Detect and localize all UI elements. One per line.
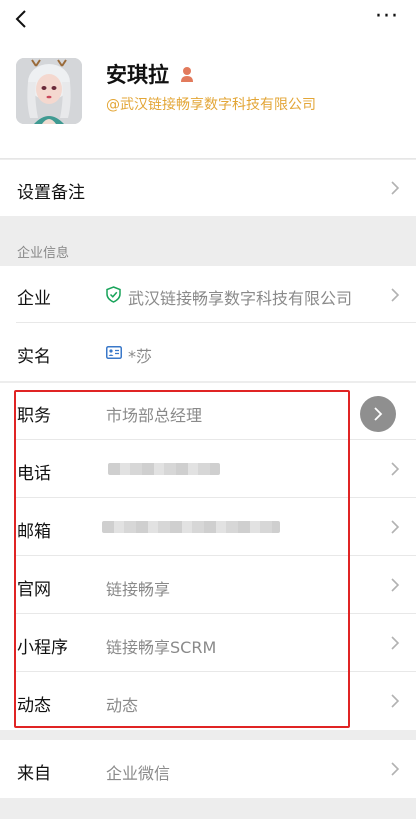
row-value-real-name: *莎: [128, 347, 153, 366]
chevron-right-icon: [391, 578, 400, 592]
info-row-mini-program[interactable]: 小程序 链接畅享SCRM: [0, 614, 416, 672]
row-label-moments: 动态: [17, 696, 51, 716]
chevron-right-icon: [391, 694, 400, 708]
floating-next-button[interactable]: [360, 396, 396, 432]
email-blurred-value: [102, 521, 280, 533]
set-remark-row[interactable]: 设置备注: [0, 160, 416, 216]
info-row-website[interactable]: 官网 链接畅享: [0, 556, 416, 614]
section-title-enterprise-info: 企业信息: [17, 246, 70, 261]
row-label-source: 来自: [17, 764, 51, 784]
verified-shield-icon: [106, 286, 121, 303]
row-value-website: 链接畅享: [106, 580, 171, 599]
avatar[interactable]: [16, 58, 82, 124]
chevron-right-icon: [391, 181, 400, 195]
info-row-enterprise[interactable]: 企业 武汉链接畅享数字科技有限公司: [0, 266, 416, 323]
contact-name: 安琪拉: [106, 63, 169, 87]
id-card-icon: [106, 346, 122, 359]
person-icon: [181, 67, 193, 82]
row-value-source: 企业微信: [106, 764, 171, 783]
more-options-button[interactable]: ···: [372, 6, 402, 28]
row-label-email: 邮箱: [17, 522, 51, 542]
row-label-phone: 电话: [17, 464, 51, 484]
info-row-real-name: 实名 *莎: [0, 323, 416, 381]
info-row-position: 职务 市场部总经理: [0, 383, 416, 440]
row-value-mini-program: 链接畅享SCRM: [106, 638, 217, 657]
avatar-image: [16, 58, 82, 124]
chevron-right-icon: [391, 288, 400, 302]
info-row-email[interactable]: 邮箱: [0, 498, 416, 556]
row-label-website: 官网: [17, 580, 51, 600]
set-remark-label: 设置备注: [17, 183, 85, 203]
row-label-real-name: 实名: [17, 347, 51, 367]
phone-blurred-value: [108, 463, 220, 475]
row-value-moments: 动态: [106, 696, 139, 715]
row-value-position: 市场部总经理: [106, 406, 203, 425]
company-tag: @武汉链接畅享数字科技有限公司: [106, 97, 316, 113]
chevron-right-icon: [391, 520, 400, 534]
info-row-moments[interactable]: 动态 动态: [0, 672, 416, 730]
chevron-right-icon: [374, 407, 383, 421]
chevron-right-icon: [391, 762, 400, 776]
info-row-source[interactable]: 来自 企业微信: [0, 740, 416, 798]
chevron-right-icon: [391, 462, 400, 476]
row-label-enterprise: 企业: [17, 289, 51, 309]
profile-card: 安琪拉 @武汉链接畅享数字科技有限公司: [0, 40, 416, 159]
top-bar: ···: [0, 0, 416, 40]
row-label-position: 职务: [17, 406, 51, 426]
info-row-phone[interactable]: 电话: [0, 440, 416, 498]
row-label-mini-program: 小程序: [17, 638, 68, 658]
row-value-enterprise: 武汉链接畅享数字科技有限公司: [128, 289, 353, 308]
back-arrow-icon[interactable]: [14, 9, 28, 29]
chevron-right-icon: [391, 636, 400, 650]
